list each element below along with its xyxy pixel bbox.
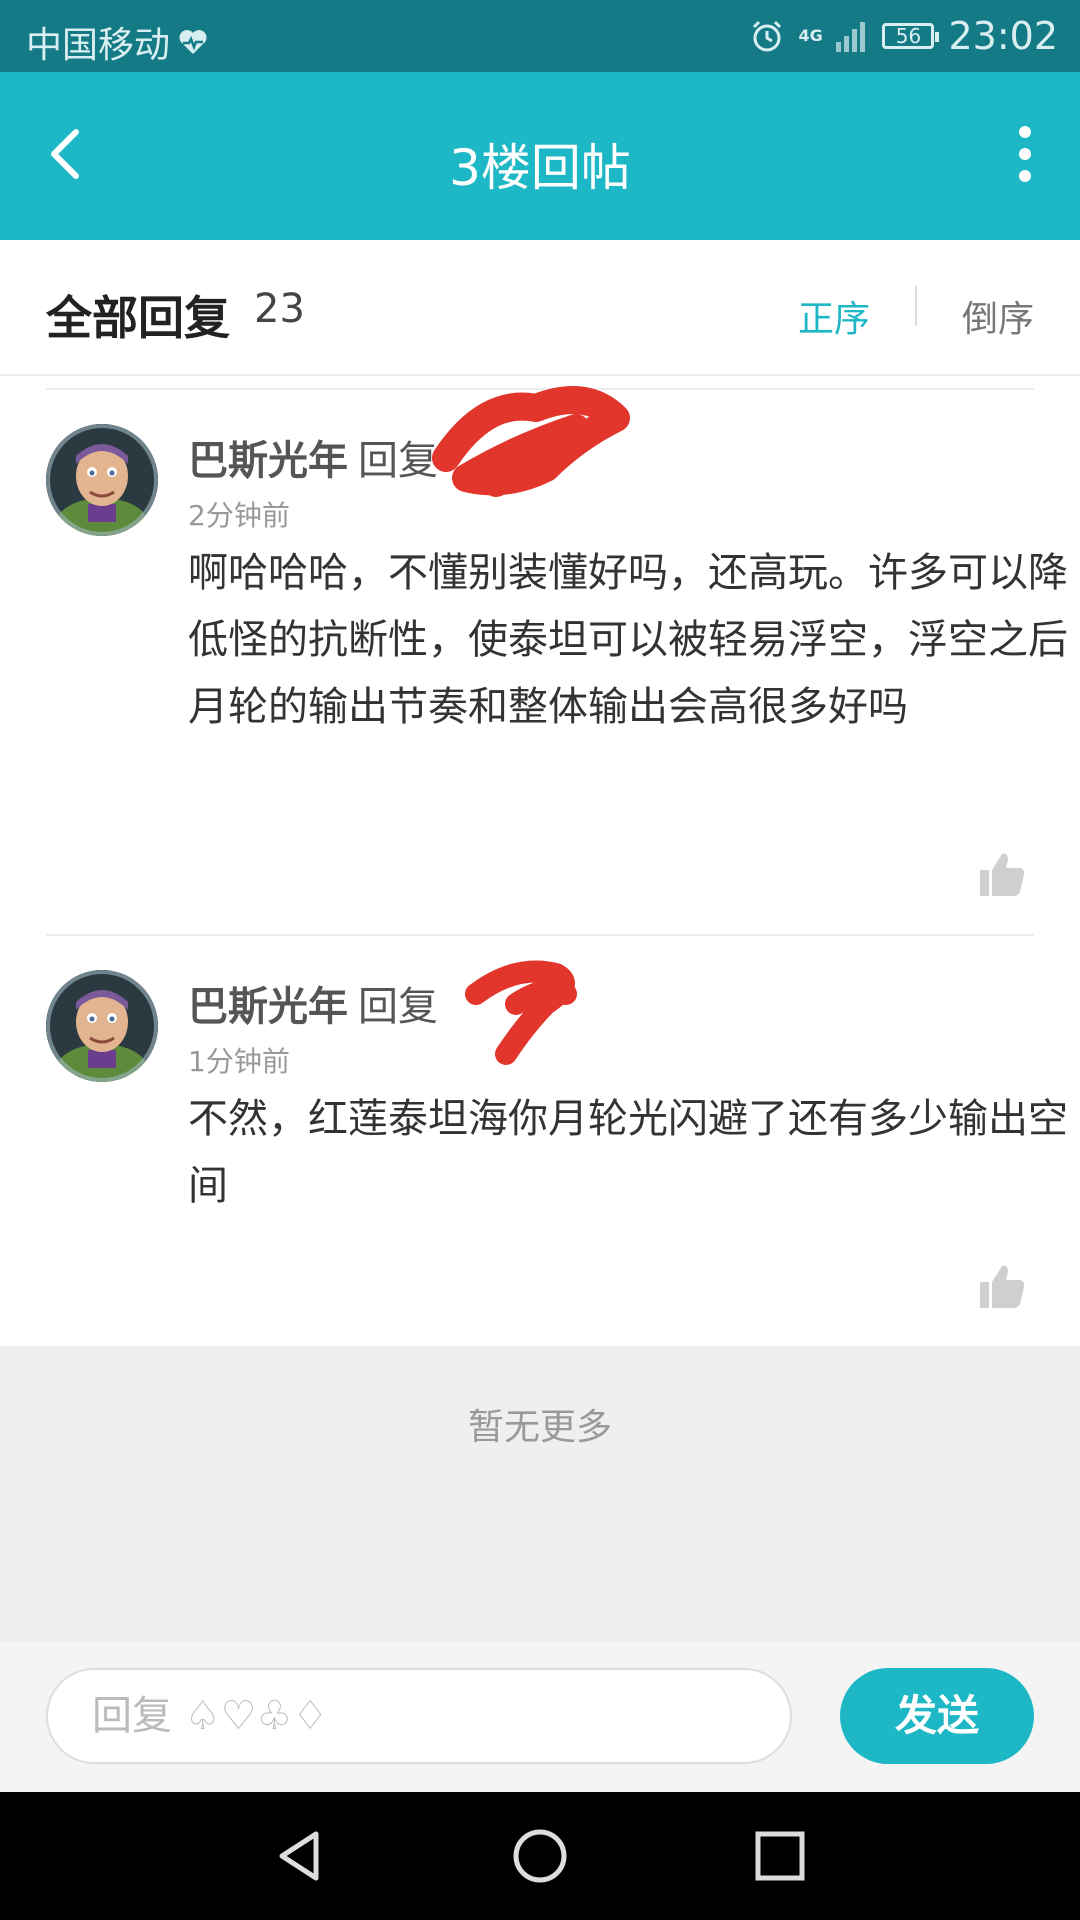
signal-icon: [836, 22, 866, 52]
no-more-text: 暂无更多: [467, 1407, 612, 1448]
comment-author-name: 巴斯光年: [188, 438, 348, 484]
sort-divider: [915, 286, 917, 326]
replies-title: 全部回复: [46, 291, 230, 345]
comment-author-name: 巴斯光年: [188, 984, 348, 1030]
list-footer: 暂无更多: [0, 1346, 1080, 1642]
redaction-scribble: [465, 960, 577, 1065]
more-vertical-icon[interactable]: [1010, 124, 1040, 184]
comment-item: 巴斯光年 回复 1分钟前 不然，红莲泰坦海你月轮光闪避了还有多少输出空间: [46, 934, 1068, 1346]
page-title: 3楼回帖: [449, 139, 631, 197]
comment-time: 2分钟前: [188, 499, 290, 532]
triangle-back-icon[interactable]: [270, 1826, 330, 1886]
sort-descending-button[interactable]: 倒序: [962, 290, 1034, 342]
avatar[interactable]: [46, 424, 158, 536]
comment-time: 1分钟前: [188, 1045, 290, 1078]
avatar-image: [46, 970, 158, 1082]
replies-header: 全部回复 23 正序 倒序: [0, 240, 1080, 376]
alarm-icon: [753, 20, 782, 52]
comment-body: 不然，红莲泰坦海你月轮光闪避了还有多少输出空间: [188, 1096, 1068, 1209]
avatar[interactable]: [46, 970, 158, 1082]
redaction-scribble: [432, 386, 630, 497]
app-bar: 3楼回帖: [0, 72, 1080, 240]
sort-ascending-button[interactable]: 正序: [798, 290, 870, 342]
comment-item: 巴斯光年 回复 2分钟前 啊哈哈哈，不懂别装懂好吗，还高玩。许多可以降低怪的抗断性…: [46, 386, 1068, 936]
compose-bar: 回复 ♤♡♧♢ 发送: [0, 1642, 1080, 1792]
comment-author[interactable]: 巴斯光年 回复: [188, 428, 438, 486]
battery-indicator: 56: [882, 23, 940, 49]
reply-input[interactable]: 回复 ♤♡♧♢: [46, 1668, 792, 1764]
square-recent-icon[interactable]: [750, 1826, 810, 1886]
carrier-name: 中国移动: [26, 25, 171, 66]
send-button[interactable]: 发送: [840, 1668, 1034, 1764]
avatar-image: [46, 424, 158, 536]
thumbs-up-icon[interactable]: [978, 850, 1026, 898]
status-right: 4G 56 23:02: [750, 14, 1058, 58]
heart-pulse-icon: [179, 30, 207, 54]
circle-home-icon[interactable]: [510, 1826, 570, 1886]
status-time: 23:02: [948, 14, 1058, 58]
replies-count: 23: [254, 286, 305, 332]
system-nav-bar: [0, 1792, 1080, 1920]
carrier-group: 中国移动: [26, 16, 208, 68]
thumbs-up-icon[interactable]: [978, 1262, 1026, 1310]
network-type: 4G: [798, 26, 823, 45]
status-bar: 中国移动 4G 56 23:02: [0, 0, 1080, 72]
comment-body: 啊哈哈哈，不懂别装懂好吗，还高玩。许多可以降低怪的抗断性，使泰坦可以被轻易浮空，…: [188, 550, 1068, 730]
comment-author[interactable]: 巴斯光年 回复: [188, 974, 438, 1032]
reply-to-label: 回复: [358, 984, 438, 1030]
